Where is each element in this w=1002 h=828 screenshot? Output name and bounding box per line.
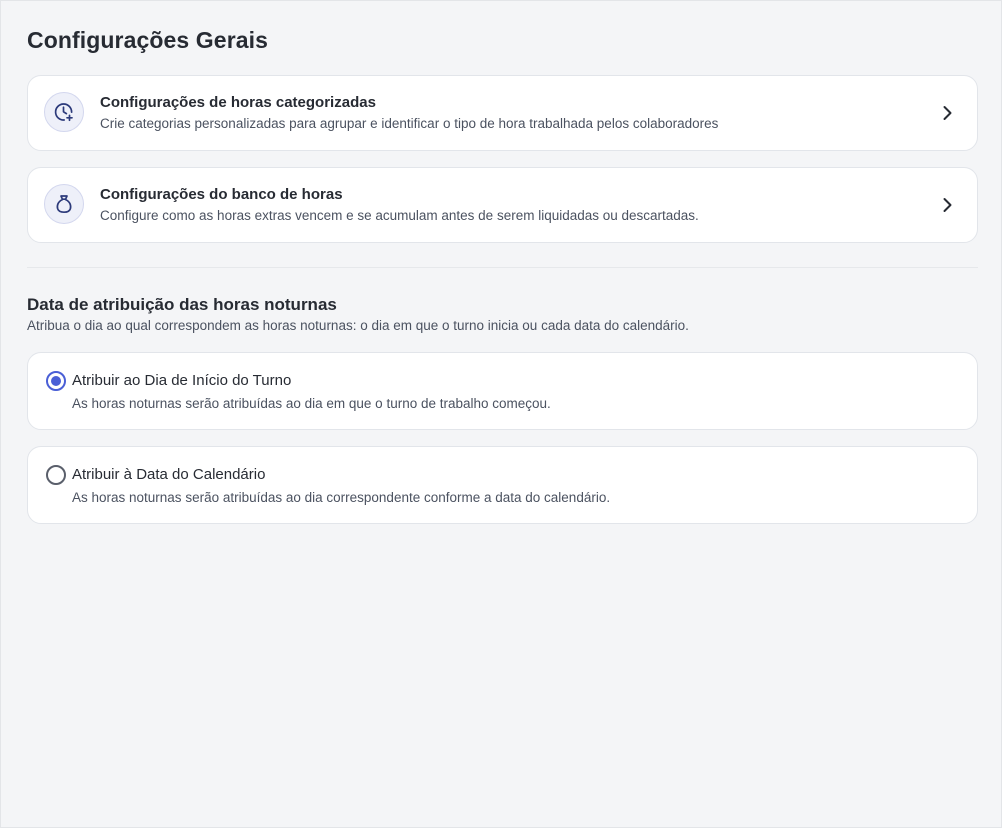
hour-bank-settings-card[interactable]: Configurações do banco de horas Configur… (27, 167, 978, 243)
page-title: Configurações Gerais (27, 27, 269, 53)
money-bag-icon (44, 184, 84, 224)
radio-button-checked[interactable] (46, 371, 66, 391)
option-description: As horas noturnas serão atribuídas ao di… (72, 490, 611, 505)
night-hours-section-description: Atribua o dia ao qual correspondem as ho… (27, 318, 689, 333)
radio-button-unchecked[interactable] (46, 465, 66, 485)
chevron-right-icon[interactable] (937, 103, 957, 123)
card-description: Configure como as horas extras vencem e … (100, 208, 699, 223)
app-frame: Configurações Gerais Configurações de ho… (0, 0, 1002, 828)
clock-plus-icon (44, 92, 84, 132)
categorized-hours-settings-card[interactable]: Configurações de horas categorizadas Cri… (27, 75, 978, 151)
card-title: Configurações de horas categorizadas (100, 94, 376, 111)
option-label: Atribuir ao Dia de Início do Turno (72, 372, 292, 389)
chevron-right-icon[interactable] (937, 195, 957, 215)
card-description: Crie categorias personalizadas para agru… (100, 116, 719, 131)
option-shift-start-day[interactable]: Atribuir ao Dia de Início do Turno As ho… (27, 352, 978, 430)
option-label: Atribuir à Data do Calendário (72, 466, 266, 483)
night-hours-section-title: Data de atribuição das horas noturnas (27, 295, 337, 314)
option-calendar-date[interactable]: Atribuir à Data do Calendário As horas n… (27, 446, 978, 524)
section-divider (27, 267, 978, 268)
card-title: Configurações do banco de horas (100, 186, 343, 203)
option-description: As horas noturnas serão atribuídas ao di… (72, 396, 551, 411)
